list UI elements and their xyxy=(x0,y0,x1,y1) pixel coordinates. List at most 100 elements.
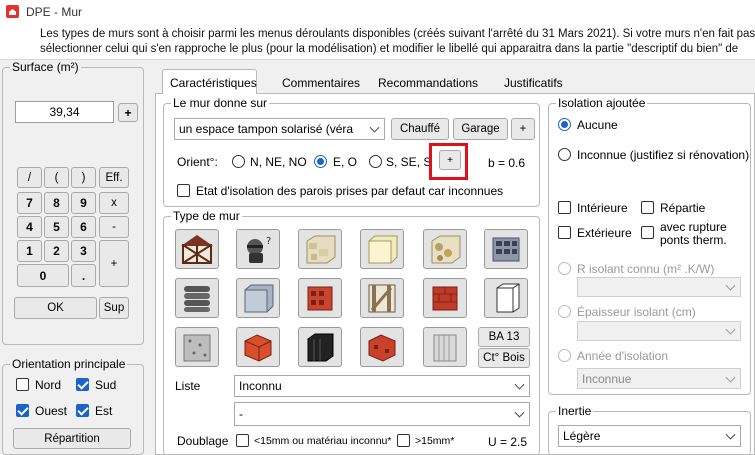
ok-button[interactable]: OK xyxy=(14,297,97,319)
doublage-label: Doublage xyxy=(177,434,229,448)
app-icon xyxy=(6,5,19,18)
repartie-checkbox[interactable] xyxy=(641,201,654,214)
inertie-select[interactable]: Légère xyxy=(558,425,741,447)
garage-button[interactable]: Garage xyxy=(453,118,508,140)
orient-eo-radio[interactable] xyxy=(314,155,327,168)
ba13-button[interactable]: BA 13 xyxy=(478,327,530,347)
b-value: b = 0.6 xyxy=(488,156,526,170)
exterieure-checkbox[interactable] xyxy=(558,226,571,239)
orient-eo-label: E, O xyxy=(333,155,358,169)
r-radio[interactable] xyxy=(558,262,571,275)
tab-recommandations[interactable]: Recommandations xyxy=(378,76,478,90)
tab-commentaires[interactable]: Commentaires xyxy=(282,76,360,90)
repartition-button[interactable]: Répartition xyxy=(13,428,131,449)
orient-s-radio[interactable] xyxy=(369,155,382,168)
epaisseur-label: Épaisseur isolant (cm) xyxy=(577,305,696,319)
doublage-thin-checkbox[interactable] xyxy=(236,434,249,447)
rupture-checkbox[interactable] xyxy=(641,226,654,239)
doublage-thick-label: >15mm* xyxy=(415,435,455,447)
mur-plus-button[interactable]: + xyxy=(511,118,535,140)
r-select[interactable] xyxy=(577,277,741,297)
key-multiply[interactable]: x xyxy=(99,192,129,214)
chevron-down-icon xyxy=(725,324,736,335)
key-add[interactable]: + xyxy=(99,240,129,287)
wall-wood-frame-tile[interactable] xyxy=(360,278,404,318)
wall-red-brick-tile[interactable] xyxy=(360,327,404,367)
wall-stone-tile[interactable] xyxy=(298,229,342,269)
annee-select[interactable]: Inconnue xyxy=(577,368,741,389)
epaisseur-select[interactable] xyxy=(577,321,741,341)
mur-select-value: un espace tampon solarisé (véra xyxy=(179,122,354,136)
surface-input[interactable]: 39,34 xyxy=(15,101,114,123)
key-7[interactable]: 7 xyxy=(17,192,42,214)
wall-clay-brick-tile[interactable] xyxy=(423,278,467,318)
key-dot[interactable]: . xyxy=(71,264,96,287)
key-8[interactable]: 8 xyxy=(44,192,69,214)
wall-rubble-tile[interactable] xyxy=(423,229,467,269)
tab-caracteristiques-label: Caractéristiques xyxy=(170,76,257,90)
orient-label: Orient°: xyxy=(177,155,218,169)
key-6[interactable]: 6 xyxy=(71,216,96,238)
doublage-thick-checkbox[interactable] xyxy=(397,434,410,447)
wall-block-tile[interactable] xyxy=(360,229,404,269)
doublage-thin-label: <15mm ou matériau inconnu* xyxy=(254,435,392,447)
orient-plus-button[interactable]: + xyxy=(439,150,461,170)
est-checkbox[interactable] xyxy=(76,404,89,417)
key-9[interactable]: 9 xyxy=(71,192,96,214)
key-3[interactable]: 3 xyxy=(71,240,96,262)
ouest-checkbox[interactable] xyxy=(16,404,29,417)
est-label: Est xyxy=(95,404,113,418)
chevron-down-icon xyxy=(369,122,380,133)
key-eff[interactable]: Eff. xyxy=(99,167,129,188)
chevron-down-icon xyxy=(514,407,525,418)
wall-panel-tile[interactable] xyxy=(484,278,528,318)
key-0[interactable]: 0 xyxy=(17,264,69,287)
info-panel: Les types de murs sont à choisir parmi l… xyxy=(0,25,755,60)
wall-colombage-tile[interactable] xyxy=(175,229,219,269)
wall-brick-tile[interactable] xyxy=(298,278,342,318)
chevron-down-icon xyxy=(514,379,525,390)
second-select[interactable]: - xyxy=(234,402,530,426)
tab-justificatifs[interactable]: Justificatifs xyxy=(504,76,563,90)
sud-checkbox[interactable] xyxy=(76,378,89,391)
wall-unknown-tile[interactable]: ? xyxy=(236,229,280,269)
key-5[interactable]: 5 xyxy=(44,216,69,238)
unknown-wall-icon: ? xyxy=(247,236,271,263)
chauffe-button[interactable]: Chauffé xyxy=(391,118,449,140)
key-divide[interactable]: / xyxy=(17,167,42,188)
wall-concrete-tile[interactable] xyxy=(236,278,280,318)
timber-frame-icon xyxy=(181,235,213,264)
wall-metal-tile[interactable] xyxy=(423,327,467,367)
info-line-1: Les types de murs sont à choisir parmi l… xyxy=(40,28,755,40)
wall-cellular-brick-tile[interactable] xyxy=(236,327,280,367)
etat-checkbox[interactable] xyxy=(177,184,190,197)
wall-dark-block-tile[interactable] xyxy=(298,327,342,367)
key-1[interactable]: 1 xyxy=(17,240,42,262)
surface-plus-button[interactable]: + xyxy=(118,103,138,122)
key-rparen[interactable]: ) xyxy=(71,167,96,188)
mur-select[interactable]: un espace tampon solarisé (véra xyxy=(174,118,385,140)
tab-caracteristiques[interactable]: Caractéristiques xyxy=(162,69,257,94)
wall-hollow-block-tile[interactable] xyxy=(484,229,528,269)
orient-n-label: N, NE, NO xyxy=(250,155,307,169)
concrete-block-icon xyxy=(244,284,274,313)
annee-label: Année d'isolation xyxy=(577,349,669,363)
aucune-radio[interactable] xyxy=(558,118,571,131)
nord-checkbox[interactable] xyxy=(16,378,29,391)
key-lparen[interactable]: ( xyxy=(44,167,69,188)
orient-n-radio[interactable] xyxy=(232,155,245,168)
key-2[interactable]: 2 xyxy=(44,240,69,262)
liste-select[interactable]: Inconnu xyxy=(234,375,530,397)
wall-logs-tile[interactable] xyxy=(175,278,219,318)
ctbois-button[interactable]: Ct° Bois xyxy=(478,348,530,368)
key-minus[interactable]: - xyxy=(99,216,129,238)
key-4[interactable]: 4 xyxy=(17,216,42,238)
sup-button[interactable]: Sup xyxy=(99,297,129,319)
annee-select-value: Inconnue xyxy=(582,371,632,386)
annee-radio[interactable] xyxy=(558,349,571,362)
inconnue-label: Inconnue (justifiez si rénovation) xyxy=(577,148,750,162)
wall-granite-tile[interactable] xyxy=(175,327,219,367)
interieure-checkbox[interactable] xyxy=(558,201,571,214)
inconnue-radio[interactable] xyxy=(558,148,571,161)
epaisseur-radio[interactable] xyxy=(558,305,571,318)
